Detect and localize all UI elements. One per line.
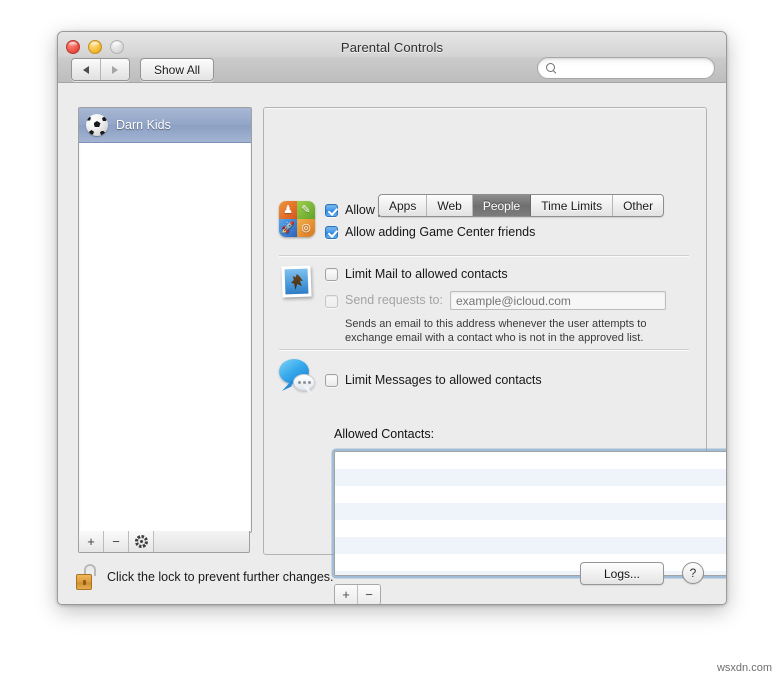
- allow-friends-label: Allow adding Game Center friends: [345, 225, 536, 239]
- search-field[interactable]: [537, 57, 715, 79]
- allowed-contacts-controls: + −: [334, 584, 381, 604]
- limit-mail-checkbox[interactable]: [325, 268, 338, 281]
- chevron-right-icon: [112, 65, 118, 74]
- back-button[interactable]: [72, 59, 100, 80]
- search-input[interactable]: [562, 61, 706, 75]
- send-requests-email-input[interactable]: [449, 291, 666, 310]
- messages-bubble-small: [293, 374, 315, 391]
- limit-messages-checkbox[interactable]: [325, 374, 338, 387]
- game-center-tile-chess: ♟: [279, 201, 297, 219]
- tab-other[interactable]: Other: [613, 195, 664, 216]
- limit-messages-label: Limit Messages to allowed contacts: [345, 373, 542, 387]
- allowed-contacts-label: Allowed Contacts:: [334, 427, 435, 441]
- navigation-buttons: [71, 58, 130, 81]
- sidebar-item-label: Darn Kids: [116, 118, 171, 132]
- tab-apps[interactable]: Apps: [379, 195, 428, 216]
- accounts-sidebar[interactable]: Darn Kids: [78, 107, 252, 533]
- list-item[interactable]: [335, 486, 726, 503]
- remove-contact-button[interactable]: −: [357, 585, 380, 604]
- lock-open-icon[interactable]: [76, 564, 98, 590]
- allow-friends-checkbox[interactable]: [325, 226, 338, 239]
- mail-hint-text: Sends an email to this address whenever …: [345, 317, 666, 345]
- add-contact-button[interactable]: +: [335, 585, 357, 604]
- messages-options: Limit Messages to allowed contacts: [325, 359, 542, 395]
- list-item[interactable]: [335, 452, 726, 469]
- mail-options: Limit Mail to allowed contacts Send requ…: [325, 265, 666, 345]
- list-item[interactable]: [335, 469, 726, 486]
- messages-icon: [279, 359, 315, 393]
- list-item[interactable]: [335, 520, 726, 537]
- send-requests-checkbox[interactable]: [325, 294, 338, 308]
- limit-mail-label: Limit Mail to allowed contacts: [345, 267, 508, 281]
- limit-mail-row[interactable]: Limit Mail to allowed contacts: [325, 267, 666, 282]
- sidebar-toolbar: + −: [78, 531, 250, 553]
- gear-icon: [134, 535, 148, 548]
- game-center-tile-target: ◎: [297, 219, 315, 237]
- game-center-tile-pencil: ✎: [297, 201, 315, 219]
- typing-dot: [302, 381, 306, 384]
- list-item[interactable]: [335, 554, 726, 571]
- settings-tabs: Apps Web People Time Limits Other: [378, 194, 665, 217]
- list-item[interactable]: [335, 503, 726, 520]
- send-requests-row[interactable]: Send requests to:: [325, 291, 666, 310]
- mail-eagle-icon: [291, 274, 304, 290]
- mail-hint-line2: exchange email with a contact who is not…: [345, 332, 644, 344]
- game-center-tile-rocket: 🚀: [279, 219, 297, 237]
- divider-game-center-mail: [279, 255, 689, 256]
- mail-icon: [279, 265, 315, 301]
- help-button[interactable]: ?: [682, 562, 704, 584]
- lock-status-text: Click the lock to prevent further change…: [107, 570, 334, 584]
- desktop-background: Parental Controls Show All Darn Kids + −…: [0, 0, 782, 682]
- parental-controls-window: Parental Controls Show All Darn Kids + −…: [57, 31, 727, 605]
- window-body: Darn Kids + − Apps Web People Time Limit…: [58, 83, 726, 604]
- window-title: Parental Controls: [340, 40, 444, 55]
- window-titlebar: Parental Controls Show All: [58, 32, 726, 83]
- search-icon: [546, 62, 557, 74]
- add-account-button[interactable]: +: [79, 531, 104, 552]
- game-center-icon: ♟ ✎ 🚀 ◎: [279, 201, 315, 237]
- list-item[interactable]: [335, 571, 726, 575]
- lock-body: [76, 574, 92, 590]
- allow-friends-row[interactable]: Allow adding Game Center friends: [325, 225, 598, 240]
- mail-group: Limit Mail to allowed contacts Send requ…: [279, 265, 689, 345]
- logs-button[interactable]: Logs...: [580, 562, 664, 585]
- mail-icon-wrap: [279, 265, 325, 345]
- limit-messages-row[interactable]: Limit Messages to allowed contacts: [325, 373, 542, 388]
- list-item[interactable]: [335, 537, 726, 554]
- allow-multiplayer-checkbox[interactable]: [325, 204, 338, 217]
- lock-area[interactable]: Click the lock to prevent further change…: [76, 564, 334, 590]
- mail-hint-line1: Sends an email to this address whenever …: [345, 318, 647, 330]
- sidebar-toolbar-spacer: [154, 531, 249, 552]
- allowed-contacts-list[interactable]: [334, 451, 726, 576]
- messages-group: Limit Messages to allowed contacts: [279, 359, 689, 395]
- sidebar-item-darn-kids[interactable]: Darn Kids: [79, 108, 251, 143]
- account-settings-button[interactable]: [129, 531, 154, 552]
- tab-web[interactable]: Web: [427, 195, 473, 216]
- messages-icon-wrap: [279, 359, 325, 395]
- typing-dot: [297, 381, 301, 384]
- remove-account-button[interactable]: −: [104, 531, 129, 552]
- avatar-soccer-ball-icon: [86, 114, 108, 136]
- watermark: wsxdn.com: [716, 662, 772, 674]
- show-all-button[interactable]: Show All: [140, 58, 215, 81]
- mail-stamp-shape: [281, 265, 312, 298]
- forward-button[interactable]: [100, 59, 129, 80]
- tab-time-limits[interactable]: Time Limits: [531, 195, 614, 216]
- tab-people[interactable]: People: [472, 195, 532, 216]
- typing-dot: [307, 381, 311, 384]
- divider-mail-messages: [279, 349, 689, 350]
- game-center-icon-wrap: ♟ ✎ 🚀 ◎: [279, 201, 325, 247]
- chevron-left-icon: [83, 65, 89, 74]
- send-requests-label: Send requests to:: [345, 293, 443, 307]
